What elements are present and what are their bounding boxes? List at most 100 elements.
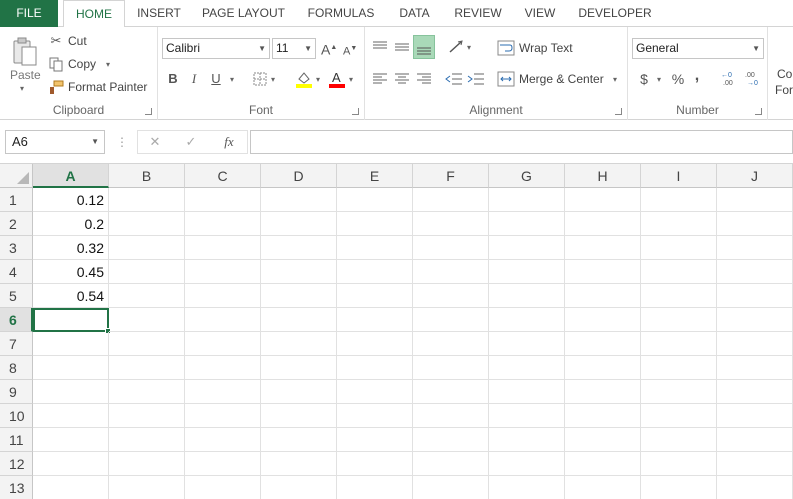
borders-dropdown-icon[interactable]: ▾ bbox=[271, 75, 275, 84]
more-options-icon[interactable]: ⋮ bbox=[116, 134, 128, 150]
cell-i5[interactable] bbox=[641, 284, 717, 308]
increase-decimal-icon[interactable]: ←0 .00 bbox=[720, 69, 740, 87]
fill-color-dropdown-icon[interactable]: ▾ bbox=[316, 75, 320, 84]
cell-e8[interactable] bbox=[337, 356, 413, 380]
cell-j4[interactable] bbox=[717, 260, 793, 284]
cell-c12[interactable] bbox=[185, 452, 261, 476]
cell-c2[interactable] bbox=[185, 212, 261, 236]
cell-i6[interactable] bbox=[641, 308, 717, 332]
align-right-icon[interactable] bbox=[415, 71, 433, 87]
cell-i11[interactable] bbox=[641, 428, 717, 452]
cell-d9[interactable] bbox=[261, 380, 337, 404]
cell-f2[interactable] bbox=[413, 212, 489, 236]
cell-a13[interactable] bbox=[33, 476, 109, 499]
cell-e2[interactable] bbox=[337, 212, 413, 236]
cell-d13[interactable] bbox=[261, 476, 337, 499]
copy-button[interactable]: Copy ▾ bbox=[48, 54, 148, 74]
formula-input[interactable] bbox=[250, 130, 793, 154]
cell-i10[interactable] bbox=[641, 404, 717, 428]
cell-j6[interactable] bbox=[717, 308, 793, 332]
row-header-3[interactable]: 3 bbox=[0, 236, 33, 260]
cell-g2[interactable] bbox=[489, 212, 565, 236]
align-center-icon[interactable] bbox=[393, 71, 411, 87]
cell-j9[interactable] bbox=[717, 380, 793, 404]
cell-j8[interactable] bbox=[717, 356, 793, 380]
cell-c8[interactable] bbox=[185, 356, 261, 380]
tab-formulas[interactable]: FORMULAS bbox=[301, 0, 381, 27]
number-format-dropdown[interactable]: General ▼ bbox=[632, 38, 764, 59]
row-header-9[interactable]: 9 bbox=[0, 380, 33, 404]
cell-j7[interactable] bbox=[717, 332, 793, 356]
cell-a8[interactable] bbox=[33, 356, 109, 380]
cell-h5[interactable] bbox=[565, 284, 641, 308]
cell-i8[interactable] bbox=[641, 356, 717, 380]
cell-a12[interactable] bbox=[33, 452, 109, 476]
cell-d6[interactable] bbox=[261, 308, 337, 332]
cell-g11[interactable] bbox=[489, 428, 565, 452]
cell-d1[interactable] bbox=[261, 188, 337, 212]
cell-j3[interactable] bbox=[717, 236, 793, 260]
cell-j5[interactable] bbox=[717, 284, 793, 308]
enter-icon[interactable]: ✓ bbox=[184, 134, 198, 150]
row-header-13[interactable]: 13 bbox=[0, 476, 33, 499]
fill-color-icon[interactable] bbox=[295, 69, 313, 89]
cell-d8[interactable] bbox=[261, 356, 337, 380]
merge-center-button[interactable]: Merge & Center ▾ bbox=[497, 69, 623, 89]
cell-b7[interactable] bbox=[109, 332, 185, 356]
cell-h4[interactable] bbox=[565, 260, 641, 284]
cell-c13[interactable] bbox=[185, 476, 261, 499]
cell-h8[interactable] bbox=[565, 356, 641, 380]
cell-d12[interactable] bbox=[261, 452, 337, 476]
cell-a10[interactable] bbox=[33, 404, 109, 428]
cell-f4[interactable] bbox=[413, 260, 489, 284]
cell-d4[interactable] bbox=[261, 260, 337, 284]
cell-b6[interactable] bbox=[109, 308, 185, 332]
row-header-5[interactable]: 5 bbox=[0, 284, 33, 308]
alignment-launcher-icon[interactable] bbox=[615, 108, 622, 115]
cell-f13[interactable] bbox=[413, 476, 489, 499]
cell-f11[interactable] bbox=[413, 428, 489, 452]
cell-f5[interactable] bbox=[413, 284, 489, 308]
cell-b11[interactable] bbox=[109, 428, 185, 452]
cell-f6[interactable] bbox=[413, 308, 489, 332]
font-launcher-icon[interactable] bbox=[352, 108, 359, 115]
cell-f10[interactable] bbox=[413, 404, 489, 428]
cell-d3[interactable] bbox=[261, 236, 337, 260]
conditional-formatting-button[interactable]: Co For bbox=[774, 67, 793, 97]
cell-b3[interactable] bbox=[109, 236, 185, 260]
tab-review[interactable]: REVIEW bbox=[448, 0, 508, 27]
cell-e5[interactable] bbox=[337, 284, 413, 308]
tab-data[interactable]: DATA bbox=[391, 0, 438, 27]
wrap-text-button[interactable]: Wrap Text bbox=[497, 38, 587, 58]
cell-c4[interactable] bbox=[185, 260, 261, 284]
currency-button[interactable]: $ bbox=[638, 71, 650, 87]
cell-i9[interactable] bbox=[641, 380, 717, 404]
cell-i4[interactable] bbox=[641, 260, 717, 284]
column-header-h[interactable]: H bbox=[565, 164, 641, 188]
grow-font-icon[interactable]: A▲ bbox=[321, 40, 337, 58]
cell-e1[interactable] bbox=[337, 188, 413, 212]
orientation-icon[interactable] bbox=[447, 39, 465, 55]
cell-b5[interactable] bbox=[109, 284, 185, 308]
paste-button[interactable]: Paste ▾ bbox=[8, 33, 42, 95]
cell-e4[interactable] bbox=[337, 260, 413, 284]
cell-h10[interactable] bbox=[565, 404, 641, 428]
cell-g5[interactable] bbox=[489, 284, 565, 308]
cell-c3[interactable] bbox=[185, 236, 261, 260]
cell-g8[interactable] bbox=[489, 356, 565, 380]
paste-dropdown-icon[interactable]: ▾ bbox=[20, 84, 24, 93]
orientation-dropdown-icon[interactable]: ▾ bbox=[467, 43, 471, 52]
cell-d11[interactable] bbox=[261, 428, 337, 452]
cell-c5[interactable] bbox=[185, 284, 261, 308]
cell-a1[interactable]: 0.12 bbox=[33, 188, 109, 212]
cell-f9[interactable] bbox=[413, 380, 489, 404]
column-header-f[interactable]: F bbox=[413, 164, 489, 188]
row-header-8[interactable]: 8 bbox=[0, 356, 33, 380]
decrease-decimal-icon[interactable]: .00 →0 bbox=[744, 69, 764, 87]
cell-i13[interactable] bbox=[641, 476, 717, 499]
row-header-7[interactable]: 7 bbox=[0, 332, 33, 356]
cell-i3[interactable] bbox=[641, 236, 717, 260]
select-all-corner[interactable] bbox=[0, 164, 33, 188]
cell-g1[interactable] bbox=[489, 188, 565, 212]
cell-i7[interactable] bbox=[641, 332, 717, 356]
